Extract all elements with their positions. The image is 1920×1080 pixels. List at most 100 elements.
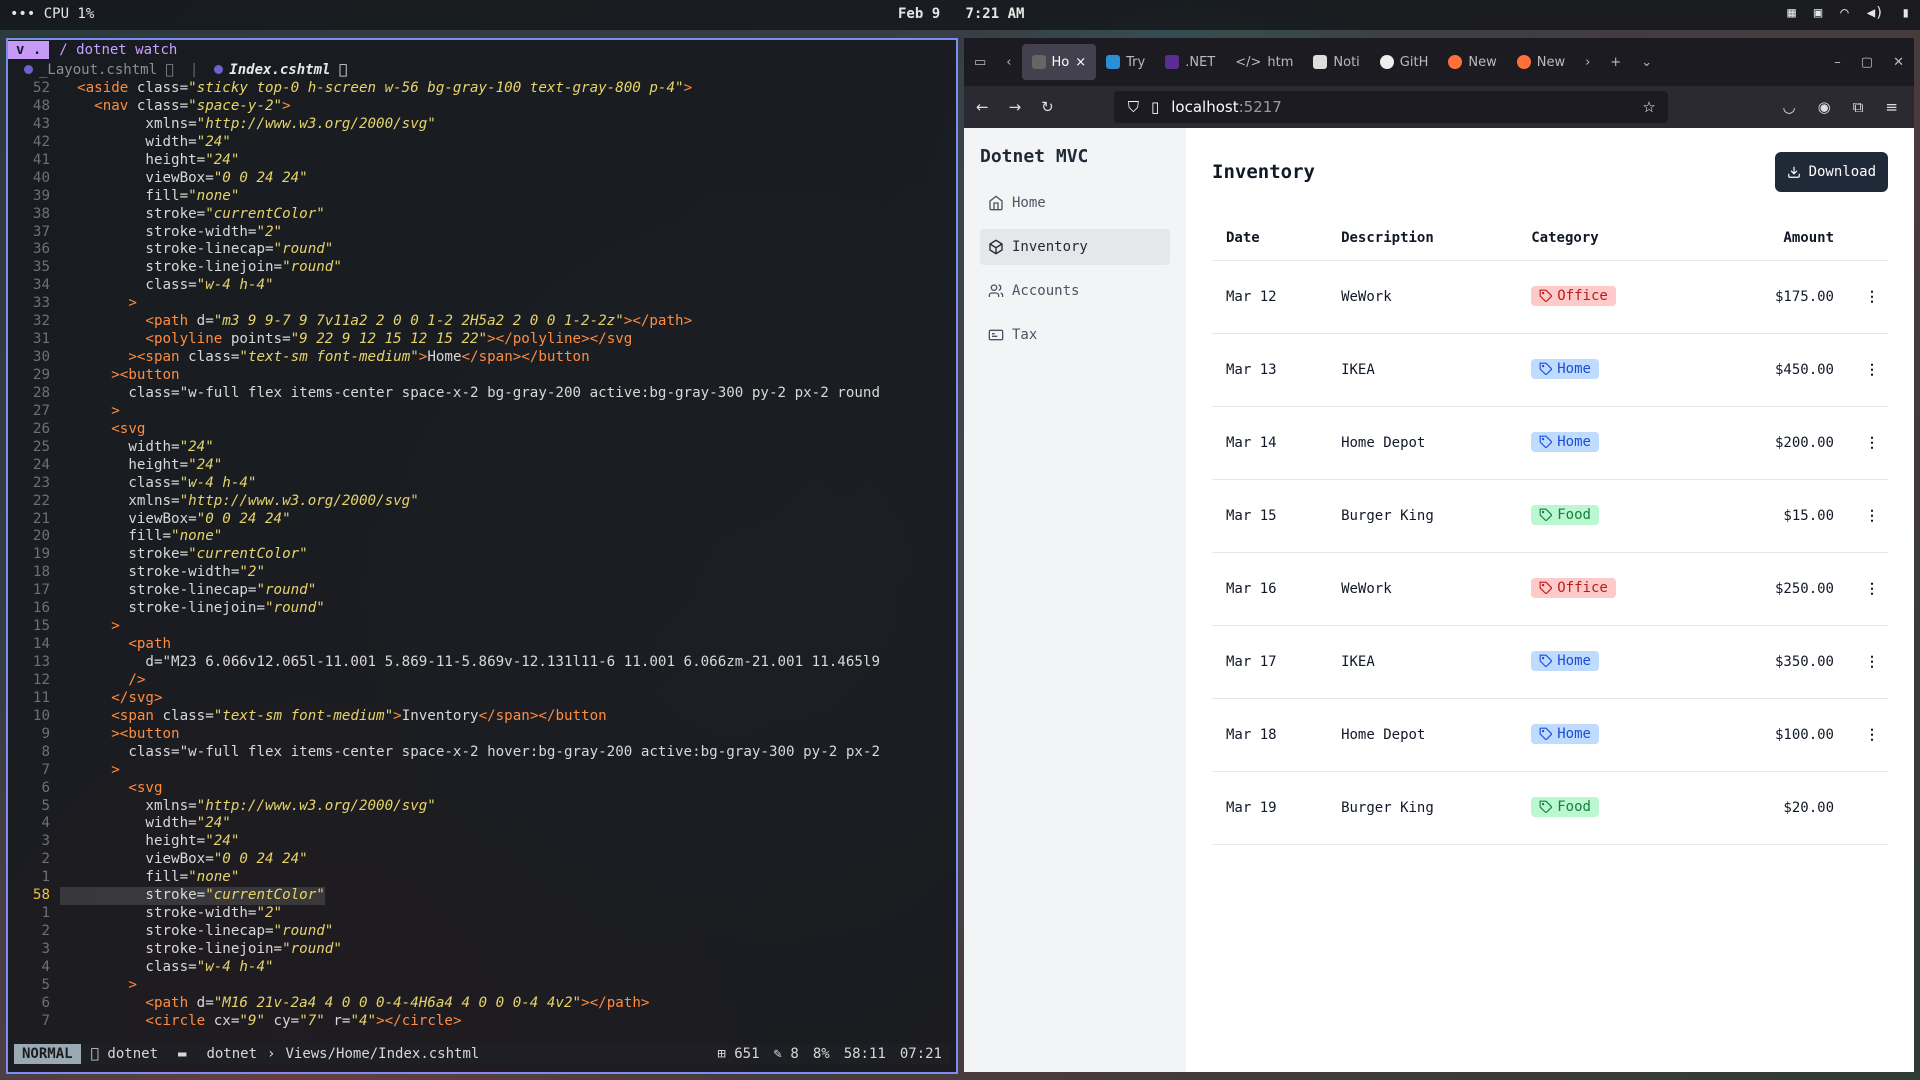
extensions-icon[interactable]: ⧉: [1853, 98, 1864, 116]
more-options-icon[interactable]: ⋮: [1862, 435, 1882, 451]
line-number: 4: [41, 815, 50, 832]
line-number: 11: [32, 689, 50, 706]
bookmark-star-icon[interactable]: ☆: [1642, 98, 1667, 116]
sidebar-item-tax[interactable]: Tax: [980, 317, 1170, 353]
more-options-icon[interactable]: ⋮: [1862, 727, 1882, 743]
more-options-icon[interactable]: ⋮: [1862, 581, 1882, 597]
page-info-icon[interactable]: ▯: [1151, 98, 1159, 116]
terminal-title: v . / dotnet watch: [8, 40, 956, 60]
tab-1[interactable]: Try: [1096, 44, 1155, 80]
new-tab-icon[interactable]: +: [1600, 44, 1631, 80]
line-number: 14: [32, 636, 50, 653]
volume-icon[interactable]: ◀): [1867, 5, 1884, 21]
code-editor[interactable]: 52 <aside class="sticky top-0 h-screen w…: [8, 80, 956, 1035]
terminal-window[interactable]: v . / dotnet watch _Layout.cshtml 󰗦 | In…: [6, 38, 958, 1074]
reload-icon[interactable]: ↻: [1041, 98, 1054, 116]
amount-cell: $15.00: [1692, 479, 1848, 553]
buffer-label: _Layout.cshtml 󰗦: [39, 62, 174, 78]
actions-cell: ⋮: [1848, 260, 1888, 334]
line-number: 30: [32, 349, 50, 366]
shield-icon[interactable]: ⛉: [1128, 98, 1139, 116]
clock[interactable]: Feb 9 7:21 AM: [898, 6, 1024, 22]
more-options-icon[interactable]: ⋮: [1862, 362, 1882, 378]
sidebar-item-home[interactable]: Home: [980, 185, 1170, 221]
download-button[interactable]: Download: [1774, 152, 1888, 192]
wifi-icon[interactable]: ◠: [1840, 5, 1848, 21]
line-number: 5: [41, 797, 50, 814]
close-tab-icon[interactable]: ×: [1075, 55, 1086, 70]
account-icon[interactable]: ◉: [1818, 98, 1831, 116]
url-host: localhost: [1171, 98, 1239, 116]
url-bar[interactable]: ⛉ ▯ localhost:5217 ☆: [1113, 91, 1668, 123]
line-number: 18: [32, 564, 50, 581]
tab-4[interactable]: Noti: [1303, 44, 1369, 80]
tab-scroll-left[interactable]: ‹: [996, 44, 1021, 80]
brand-title: Dotnet MVC: [980, 146, 1089, 167]
buffer-separator: |: [189, 62, 199, 78]
code-text: stroke-linejoin="round": [60, 600, 325, 617]
close-window-icon[interactable]: ✕: [1883, 44, 1914, 80]
status-time: 07:21: [899, 1046, 942, 1062]
code-text: stroke-width="2": [60, 223, 283, 240]
list-tabs-icon[interactable]: ⌄: [1631, 44, 1662, 80]
more-options-icon[interactable]: ⋮: [1862, 289, 1882, 305]
code-line: 38 stroke="currentColor": [8, 206, 956, 224]
pocket-icon[interactable]: ◡: [1783, 98, 1796, 116]
more-options-icon[interactable]: ⋮: [1862, 508, 1882, 524]
category-cell: Home: [1517, 333, 1693, 407]
line-number: 12: [32, 671, 50, 688]
tab-3[interactable]: </> htm: [1225, 44, 1303, 80]
browser-window[interactable]: ▭ ‹ Ho × Try .NET </> htm Noti GitH New Ne…: [964, 38, 1914, 1072]
category-label: Home: [1557, 361, 1591, 377]
line-number: 40: [32, 169, 50, 186]
category-cell: Office: [1517, 260, 1693, 334]
maximize-icon[interactable]: ▢: [1851, 44, 1883, 80]
tab-scroll-right[interactable]: ›: [1575, 44, 1600, 80]
category-badge: Food: [1531, 505, 1599, 525]
tab-7[interactable]: New: [1507, 44, 1575, 80]
back-icon[interactable]: ←: [976, 98, 989, 116]
forward-icon[interactable]: →: [1009, 98, 1022, 116]
line-number: 33: [32, 295, 50, 312]
buffer-tab-index[interactable]: Index.cshtml 󰗦: [214, 62, 347, 78]
category-label: Office: [1557, 580, 1608, 596]
menu-icon[interactable]: ≡: [1885, 98, 1898, 116]
line-number: 9: [41, 725, 50, 742]
category-badge: Home: [1531, 724, 1599, 744]
code-text: xmlns="http://www.w3.org/2000/svg": [60, 492, 419, 509]
firefox-icon: [1516, 55, 1531, 69]
tab-5[interactable]: GitH: [1370, 44, 1439, 80]
tab-6[interactable]: New: [1438, 44, 1506, 80]
actions-cell: ⋮: [1848, 406, 1888, 480]
date-cell: Mar 18: [1212, 698, 1328, 772]
amount-cell: $100.00: [1692, 698, 1848, 772]
date-cell: Mar 13: [1212, 333, 1328, 407]
sidebar-item-accounts[interactable]: Accounts: [980, 273, 1170, 309]
date-cell: Mar 17: [1212, 625, 1328, 699]
line-number: 43: [32, 115, 50, 132]
code-text: stroke-linejoin="round": [60, 259, 342, 276]
code-text: />: [128, 671, 146, 688]
code-text: <circle cx="9" cy="7" r="4"></circle>: [145, 1012, 462, 1029]
code-text: width="24": [60, 815, 231, 832]
tab-2[interactable]: .NET: [1155, 44, 1225, 80]
tag-icon: [1539, 508, 1553, 521]
minimize-icon[interactable]: –: [1824, 44, 1851, 80]
code-text: stroke-linecap="round": [60, 582, 317, 599]
clipboard-icon[interactable]: ▣: [1814, 5, 1822, 21]
tab-label: htm: [1267, 54, 1294, 70]
tailwind-icon: [1106, 55, 1121, 69]
scroll-percent: 8%: [812, 1046, 830, 1062]
battery-icon[interactable]: ▮: [1902, 5, 1910, 21]
tab-0[interactable]: Ho ×: [1021, 44, 1097, 80]
firefox-view-icon[interactable]: ▭: [964, 44, 996, 80]
buffer-tab-layout[interactable]: _Layout.cshtml 󰗦: [24, 62, 174, 78]
date-cell: Mar 19: [1212, 771, 1328, 845]
workspace-icon[interactable]: ▦: [1787, 5, 1795, 21]
sidebar-item-inventory[interactable]: Inventory: [980, 229, 1170, 265]
code-line: 42 width="24": [8, 134, 956, 152]
buffer-tabs: _Layout.cshtml 󰗦 | Index.cshtml 󰗦: [8, 60, 956, 80]
code-text: stroke-width="2": [60, 905, 283, 922]
more-options-icon[interactable]: ⋮: [1862, 654, 1882, 670]
code-line: 16 stroke-linejoin="round": [8, 600, 956, 618]
